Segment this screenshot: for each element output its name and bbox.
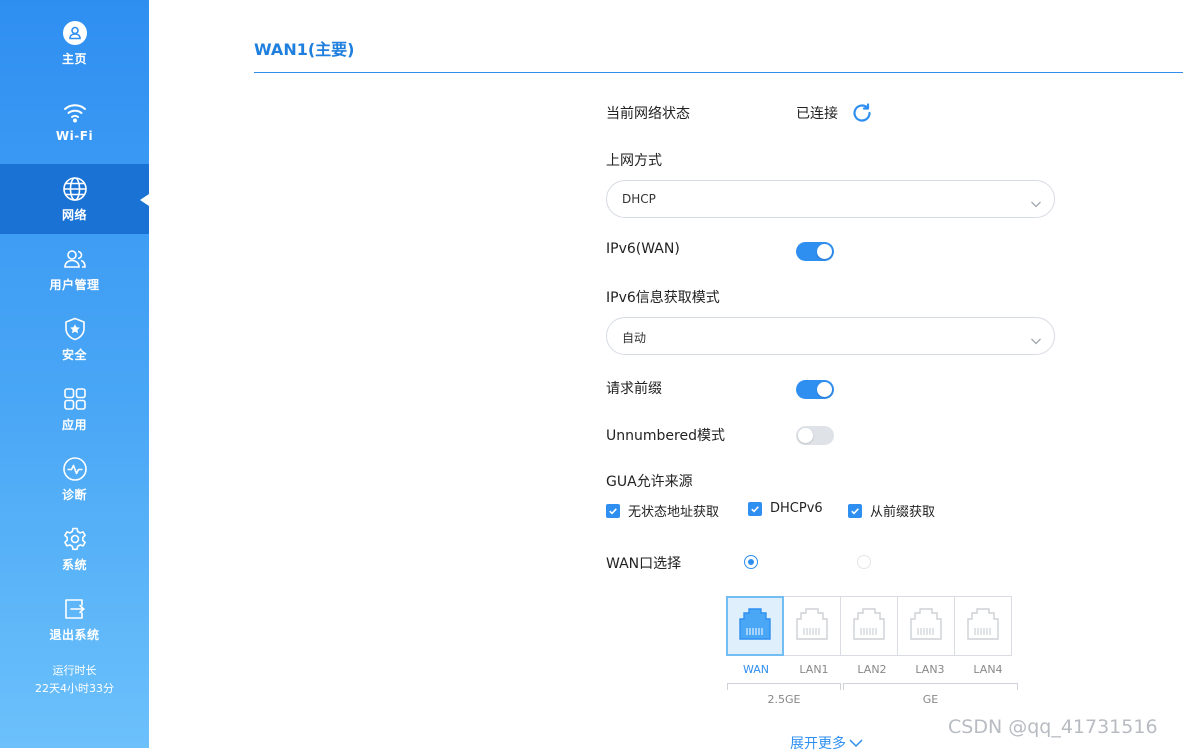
sidebar-item-home[interactable]: 主页 bbox=[0, 8, 149, 78]
expand-more-label: 展开更多 bbox=[790, 736, 846, 752]
sidebar-item-label: 退出系统 bbox=[49, 627, 100, 642]
sidebar: 主页 Wi-Fi 网络 用户管理 安全 应用 诊断 系统 退出系统 运行时长 2… bbox=[0, 0, 149, 748]
refresh-icon[interactable] bbox=[851, 102, 873, 124]
prefix-label: 请求前缀 bbox=[606, 381, 662, 397]
port-wan[interactable] bbox=[726, 596, 784, 656]
ethernet-port-icon bbox=[963, 606, 1003, 646]
globe-icon bbox=[62, 176, 88, 202]
toggle-knob bbox=[798, 428, 813, 443]
port-label-lan3: LAN3 bbox=[915, 663, 945, 676]
pulse-icon bbox=[62, 456, 88, 482]
port-lan1[interactable] bbox=[783, 596, 841, 656]
sidebar-item-logout[interactable]: 退出系统 bbox=[0, 584, 149, 654]
ipv6-mode-label: IPv6信息获取模式 bbox=[606, 290, 720, 306]
checkmark-icon bbox=[748, 501, 762, 516]
status-label: 当前网络状态 bbox=[606, 106, 690, 122]
port-label-lan2: LAN2 bbox=[857, 663, 887, 676]
sidebar-item-label: 安全 bbox=[61, 347, 87, 362]
unnumbered-toggle[interactable] bbox=[796, 426, 834, 445]
uptime-block: 运行时长 22天4小时33分 bbox=[0, 662, 149, 698]
sidebar-item-label: 用户管理 bbox=[49, 277, 100, 292]
expand-more-link[interactable]: 展开更多 bbox=[790, 733, 864, 753]
gua-label: GUA允许来源 bbox=[606, 474, 693, 490]
gua-checkbox-prefix[interactable]: 从前缀获取 bbox=[848, 501, 935, 520]
port-label-wan: WAN bbox=[742, 663, 770, 676]
toggle-knob bbox=[817, 244, 832, 259]
chevron-down-icon bbox=[848, 737, 864, 749]
ethernet-port-icon bbox=[849, 606, 889, 646]
ethernet-port-icon bbox=[792, 606, 832, 646]
gua-checkbox-dhcpv6[interactable]: DHCPv6 bbox=[748, 501, 823, 516]
sidebar-item-security[interactable]: 安全 bbox=[0, 304, 149, 374]
access-mode-value: DHCP bbox=[622, 192, 656, 206]
wan-port-radio-2[interactable] bbox=[857, 555, 871, 569]
sidebar-item-network[interactable]: 网络 bbox=[0, 164, 149, 234]
speed-label-ge: GE bbox=[922, 693, 939, 706]
sidebar-item-label: 系统 bbox=[61, 557, 87, 572]
checkbox-label: 无状态地址获取 bbox=[628, 505, 720, 520]
access-mode-select[interactable]: DHCP bbox=[606, 180, 1055, 218]
sidebar-item-user-management[interactable]: 用户管理 bbox=[0, 234, 149, 304]
wan-port-label: WAN口选择 bbox=[606, 556, 682, 572]
shield-star-icon bbox=[62, 316, 88, 342]
sidebar-item-apps[interactable]: 应用 bbox=[0, 374, 149, 444]
port-lan2[interactable] bbox=[840, 596, 898, 656]
ipv6-mode-value: 自动 bbox=[622, 331, 647, 345]
ethernet-port-icon bbox=[906, 606, 946, 646]
uptime-label: 运行时长 bbox=[52, 664, 97, 677]
sidebar-item-label: Wi-Fi bbox=[55, 129, 94, 143]
sidebar-item-label: 主页 bbox=[61, 51, 87, 66]
wan-port-radio-1[interactable] bbox=[744, 555, 758, 569]
port-lan4[interactable] bbox=[954, 596, 1012, 656]
uptime-value: 22天4小时33分 bbox=[35, 682, 114, 695]
port-lan3[interactable] bbox=[897, 596, 955, 656]
sidebar-item-system[interactable]: 系统 bbox=[0, 514, 149, 584]
chevron-down-icon bbox=[1030, 331, 1042, 345]
prefix-toggle[interactable] bbox=[796, 380, 834, 399]
unnumbered-label: Unnumbered模式 bbox=[606, 428, 725, 444]
port-label-lan1: LAN1 bbox=[799, 663, 829, 676]
speed-label-25ge: 2.5GE bbox=[767, 693, 801, 706]
gua-checkbox-stateless[interactable]: 无状态地址获取 bbox=[606, 501, 719, 520]
logout-icon bbox=[62, 596, 88, 622]
active-indicator bbox=[140, 194, 149, 206]
checkmark-icon bbox=[848, 503, 862, 518]
sidebar-item-wifi[interactable]: Wi-Fi bbox=[0, 86, 149, 156]
sidebar-item-label: 网络 bbox=[61, 207, 87, 222]
apps-grid-icon bbox=[62, 386, 88, 412]
ipv6-toggle[interactable] bbox=[796, 242, 834, 261]
wifi-icon bbox=[62, 99, 88, 125]
sidebar-item-label: 诊断 bbox=[61, 487, 87, 502]
home-user-icon bbox=[62, 20, 88, 46]
ethernet-port-icon bbox=[735, 606, 775, 646]
toggle-knob bbox=[817, 382, 832, 397]
access-mode-label: 上网方式 bbox=[606, 153, 662, 169]
port-selector bbox=[726, 596, 1018, 656]
sidebar-item-diagnostics[interactable]: 诊断 bbox=[0, 444, 149, 514]
watermark: CSDN @qq_41731516 bbox=[948, 716, 1158, 738]
sidebar-item-label: 应用 bbox=[61, 417, 87, 432]
checkbox-label: DHCPv6 bbox=[770, 501, 823, 516]
gear-icon bbox=[62, 526, 88, 552]
chevron-down-icon bbox=[1030, 194, 1042, 208]
checkbox-label: 从前缀获取 bbox=[870, 505, 936, 520]
status-value: 已连接 bbox=[796, 106, 838, 122]
port-label-lan4: LAN4 bbox=[973, 663, 1003, 676]
page-title: WAN1(主要) bbox=[254, 40, 355, 59]
ipv6-label: IPv6(WAN) bbox=[606, 241, 680, 257]
speed-bracket-25ge bbox=[727, 683, 841, 690]
users-icon bbox=[62, 246, 88, 272]
checkmark-icon bbox=[606, 503, 620, 518]
ipv6-mode-select[interactable]: 自动 bbox=[606, 317, 1055, 355]
speed-bracket-ge bbox=[843, 683, 1018, 690]
title-divider bbox=[254, 72, 1183, 73]
